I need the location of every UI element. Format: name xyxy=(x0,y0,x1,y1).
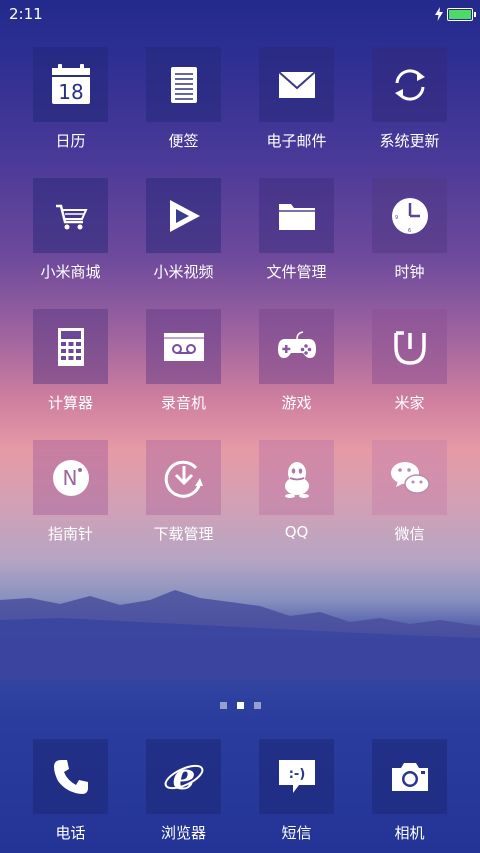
app-messages[interactable]: :-) 短信 xyxy=(240,739,353,843)
app-mijia[interactable]: 米家 xyxy=(353,309,466,413)
app-label: 文件管理 xyxy=(266,263,327,281)
app-label: 微信 xyxy=(394,525,425,543)
app-label: 计算器 xyxy=(47,394,93,412)
notes-icon xyxy=(170,66,197,103)
qq-tile[interactable] xyxy=(259,440,334,515)
gamepad-icon xyxy=(277,330,316,358)
svg-text:9: 9 xyxy=(395,215,398,221)
camera-icon xyxy=(391,762,428,791)
compass-tile[interactable]: N xyxy=(33,440,108,515)
app-qq[interactable]: QQ xyxy=(240,440,353,541)
app-phone[interactable]: 电话 xyxy=(14,739,127,843)
app-label: 小米商城 xyxy=(40,263,101,281)
camera-tile[interactable] xyxy=(372,739,447,814)
calendar-icon: 18 xyxy=(51,63,90,104)
status-time: 2:11 xyxy=(9,5,43,23)
mi-store-tile[interactable] xyxy=(33,178,108,253)
page-dot[interactable] xyxy=(219,702,227,709)
app-label: 录音机 xyxy=(160,394,206,412)
app-system-update[interactable]: 系统更新 xyxy=(353,47,466,151)
calculator-icon xyxy=(57,327,84,366)
app-label: 指南针 xyxy=(47,525,93,543)
app-calendar[interactable]: 18 日历 xyxy=(14,47,127,151)
calendar-tile[interactable]: 18 xyxy=(33,47,108,122)
app-label: 相机 xyxy=(394,824,425,842)
app-label: 电子邮件 xyxy=(266,132,327,150)
cart-icon xyxy=(55,204,88,229)
mi-video-tile[interactable] xyxy=(146,178,221,253)
app-label: 系统更新 xyxy=(379,132,440,150)
app-label: 时钟 xyxy=(394,263,425,281)
mail-tile[interactable] xyxy=(259,47,334,122)
clock-tile[interactable]: 9 6 xyxy=(372,178,447,253)
app-file-manager[interactable]: 文件管理 xyxy=(240,178,353,282)
games-tile[interactable] xyxy=(259,309,334,384)
recorder-tile[interactable] xyxy=(146,309,221,384)
browser-tile[interactable]: e xyxy=(146,739,221,814)
messages-tile[interactable]: :-) xyxy=(259,739,334,814)
message-glyph: :-) xyxy=(288,767,305,782)
app-label: 小米视频 xyxy=(153,263,214,281)
app-browser[interactable]: e 浏览器 xyxy=(127,739,240,843)
app-label: 短信 xyxy=(281,824,312,842)
app-label: 米家 xyxy=(394,394,425,412)
app-mi-store[interactable]: 小米商城 xyxy=(14,178,127,282)
app-clock[interactable]: 9 6 时钟 xyxy=(353,178,466,282)
app-label: QQ xyxy=(284,523,309,541)
mijia-tile[interactable] xyxy=(372,309,447,384)
mountain-silhouette xyxy=(0,590,480,680)
app-wechat[interactable]: 微信 xyxy=(353,440,466,544)
message-icon: :-) xyxy=(278,759,315,793)
download-manager-tile[interactable] xyxy=(146,440,221,515)
calendar-date: 18 xyxy=(58,80,83,104)
browser-glyph: e xyxy=(172,756,195,798)
sync-icon xyxy=(394,68,425,101)
mail-icon xyxy=(277,70,316,98)
app-notes[interactable]: 便签 xyxy=(127,47,240,151)
app-games[interactable]: 游戏 xyxy=(240,309,353,413)
battery-icon xyxy=(447,7,476,21)
wechat-tile[interactable] xyxy=(372,440,447,515)
status-bar: 2:11 xyxy=(0,0,480,28)
app-label: 游戏 xyxy=(281,394,312,412)
app-download-manager[interactable]: 下载管理 xyxy=(127,440,240,544)
mijia-icon xyxy=(393,330,426,365)
svg-text:6: 6 xyxy=(408,228,411,234)
page-dot[interactable] xyxy=(253,702,261,709)
app-label: 日历 xyxy=(55,132,86,150)
wechat-icon xyxy=(390,461,430,494)
compass-icon: N xyxy=(52,459,89,496)
app-mi-video[interactable]: 小米视频 xyxy=(127,178,240,282)
app-label: 下载管理 xyxy=(153,525,214,543)
page-dot-current[interactable] xyxy=(236,702,244,709)
app-mail[interactable]: 电子邮件 xyxy=(240,47,353,151)
calculator-tile[interactable] xyxy=(33,309,108,384)
recorder-icon xyxy=(163,332,204,361)
system-update-tile[interactable] xyxy=(372,47,447,122)
battery-indicator xyxy=(434,7,476,21)
charging-icon xyxy=(435,7,443,21)
app-calculator[interactable]: 计算器 xyxy=(14,309,127,413)
phone-icon xyxy=(53,759,88,794)
app-recorder[interactable]: 录音机 xyxy=(127,309,240,413)
play-icon xyxy=(169,199,200,232)
qq-icon xyxy=(284,461,309,498)
phone-tile[interactable] xyxy=(33,739,108,814)
app-label: 浏览器 xyxy=(160,824,206,842)
notes-tile[interactable] xyxy=(146,47,221,122)
app-label: 便签 xyxy=(168,132,199,150)
page-indicator[interactable] xyxy=(0,702,480,709)
app-camera[interactable]: 相机 xyxy=(353,739,466,843)
app-label: 电话 xyxy=(55,824,86,842)
clock-icon: 9 6 xyxy=(391,197,428,234)
app-compass[interactable]: N 指南针 xyxy=(14,440,127,544)
file-manager-tile[interactable] xyxy=(259,178,334,253)
folder-icon xyxy=(278,203,315,230)
download-icon xyxy=(164,460,203,498)
browser-icon: e xyxy=(164,756,203,798)
compass-glyph: N xyxy=(62,466,77,490)
